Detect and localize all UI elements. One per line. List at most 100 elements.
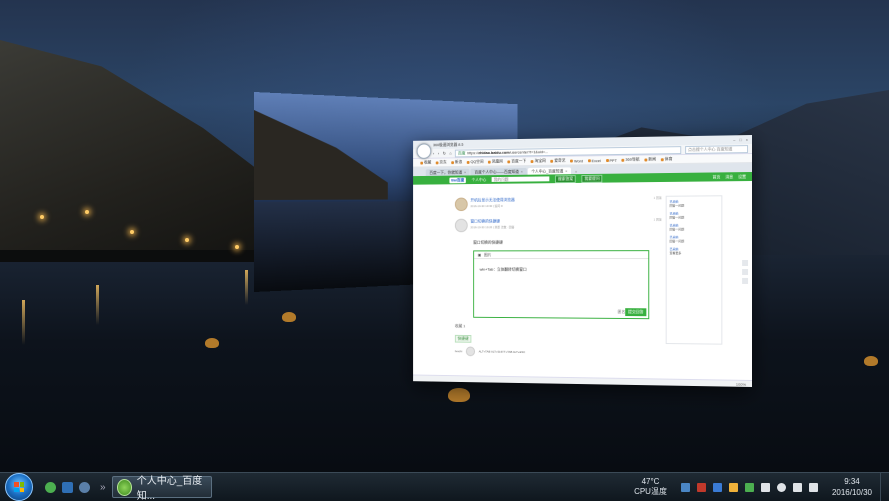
cpu-temperature[interactable]: 47°C CPU温度 <box>634 477 667 497</box>
bookmark-item[interactable]: 新闻 <box>644 156 656 162</box>
reply-user[interactable]: fenchi <box>455 349 462 353</box>
tab-label: 个人中心_百度知道 <box>531 167 564 174</box>
baidu-logo[interactable]: Bai百度 <box>449 176 467 183</box>
post-title[interactable]: 开机后显示无法使用浏览器 <box>470 197 514 203</box>
tab-label: 百度一下，你就知道 <box>429 169 463 175</box>
header-link-settings[interactable]: 设置 <box>738 174 746 180</box>
collect-count[interactable]: 收藏 1 <box>455 323 662 331</box>
browser-window[interactable]: 360极速浏览器 8.5 – □ × ‹ › ↻ ⌂ 百度 https:// z… <box>413 135 752 387</box>
device-icon[interactable] <box>760 482 770 492</box>
bookmark-label: 360导航 <box>625 156 640 162</box>
show-desktop-button[interactable] <box>880 473 889 501</box>
system-tray: 47°C CPU温度 9:34 2016/10/30 <box>634 473 889 501</box>
quick-launch-more-icon[interactable]: » <box>100 482 106 493</box>
bookmark-icon <box>530 159 534 163</box>
town-light <box>235 245 239 249</box>
bookmark-icon <box>644 157 648 161</box>
answer-text[interactable]: win+Tab：立体翻转切换窗口 <box>474 259 648 281</box>
bookmark-item[interactable]: QQ空间 <box>466 159 484 165</box>
bookmark-item[interactable]: 爱奇艺 <box>550 158 566 164</box>
bookmark-item[interactable]: 百度一下 <box>507 158 526 164</box>
browser-app-icon <box>116 478 132 496</box>
tab-baidu-home[interactable]: 百度一下，你就知道 × <box>425 168 470 176</box>
image-icon[interactable]: ▣ <box>478 252 481 257</box>
tab-close-icon[interactable]: × <box>565 168 567 173</box>
sidebar-item[interactable]: 已采纳 回答一问题 <box>670 211 719 220</box>
avatar[interactable] <box>454 218 468 233</box>
bookmark-label: 收藏 <box>423 159 432 165</box>
avatar[interactable] <box>454 197 468 212</box>
feedback-icon[interactable] <box>742 260 749 266</box>
tab-user-center-active[interactable]: 个人中心_百度知道 × <box>527 167 572 175</box>
tab-close-icon[interactable]: × <box>464 170 466 175</box>
bookmark-icon <box>587 158 591 162</box>
maximize-icon[interactable]: □ <box>739 137 741 142</box>
sidebar-item[interactable]: 已采纳 回答一问题 <box>670 223 719 231</box>
start-button[interactable] <box>5 473 33 501</box>
bookmark-item[interactable]: Excel <box>587 158 601 163</box>
section-title: 个人中心 <box>471 176 487 182</box>
header-link-home[interactable]: 首页 <box>713 174 721 180</box>
list-item[interactable]: 开机后显示无法使用浏览器 2016-10-30 10:30 | 追问 0 1 回… <box>454 196 662 212</box>
zoom-level[interactable]: 100% <box>736 381 746 386</box>
bookmark-item[interactable]: 凤凰网 <box>488 159 503 165</box>
network-icon[interactable] <box>680 482 690 492</box>
submit-answer-button[interactable]: 提交回答 <box>625 308 647 317</box>
sidebar-item[interactable]: 已采纳 回答一问题 <box>670 199 719 208</box>
search-answer-button[interactable]: 搜索答案 <box>555 174 576 183</box>
clock[interactable]: 9:34 2016/10/30 <box>832 476 872 498</box>
back-icon[interactable]: ‹ <box>433 151 434 156</box>
explorer-icon[interactable] <box>79 481 90 493</box>
avatar[interactable] <box>465 346 476 357</box>
header-link-messages[interactable]: 消息 <box>725 174 733 180</box>
flag-icon[interactable] <box>792 482 802 492</box>
tag-badge[interactable]: 快捷键 <box>454 334 472 343</box>
post-title[interactable]: 窗口切换的快捷键 <box>470 218 514 224</box>
bookmark-icon <box>621 158 625 162</box>
anonymous-checkbox[interactable]: 匿名 <box>618 309 626 315</box>
new-tab-icon[interactable]: + <box>572 169 577 174</box>
logo-quadrant <box>14 482 19 487</box>
update-icon[interactable] <box>728 482 738 492</box>
close-icon[interactable]: × <box>746 137 748 142</box>
taskbar-window-button[interactable]: 个人中心_百度知... <box>111 476 212 502</box>
cpu-temp-value: 47°C <box>641 477 660 486</box>
tab-close-icon[interactable]: × <box>521 169 523 174</box>
bookmark-item[interactable]: 淘宝网 <box>530 157 546 164</box>
home-icon[interactable]: ⌂ <box>449 151 451 156</box>
forward-icon[interactable]: › <box>438 151 439 156</box>
back-to-top-icon[interactable] <box>742 277 749 284</box>
sidebar-item[interactable]: 已采纳 查看更多 <box>670 247 719 255</box>
buoy <box>282 312 296 322</box>
address-host: zhidao.baidu.com <box>478 149 510 156</box>
bookmark-item[interactable]: PPT <box>605 157 617 162</box>
browser-search-input[interactable]: 点击搜个人中心 百度知道 <box>685 144 749 154</box>
browser-launch-icon[interactable] <box>45 481 56 493</box>
power-icon[interactable] <box>776 482 786 492</box>
tab-user-center[interactable]: 百度个人中心——百度知道 × <box>470 167 527 176</box>
security-icon[interactable] <box>696 482 706 492</box>
bookmark-item[interactable]: 360导航 <box>621 156 640 163</box>
windows-logo-icon <box>14 482 24 492</box>
bookmark-item[interactable]: 体育 <box>660 156 672 162</box>
show-desktop-icon[interactable] <box>62 481 73 493</box>
post-meta: 2016-10-30 10:26 | 浏览 次数 · 回答 <box>470 225 515 230</box>
sidebar-item[interactable]: 已采纳 回答一问题 <box>670 235 719 243</box>
bookmark-item[interactable]: 京东 <box>435 159 447 165</box>
volume-icon[interactable] <box>808 482 818 492</box>
bookmark-item[interactable]: Word <box>570 158 583 163</box>
zhidao-search-input[interactable]: 我的问题 <box>491 176 550 182</box>
post-answer-count: 1 回答 <box>653 217 662 222</box>
guard-icon[interactable] <box>744 482 754 492</box>
bookmark-label: 淘宝网 <box>534 157 546 163</box>
answer-editor[interactable]: ▣ 图片 win+Tab：立体翻转切换窗口 匿名 提交回答 <box>473 250 650 320</box>
list-item[interactable]: 窗口切换的快捷键 2016-10-30 10:26 | 浏览 次数 · 回答 1… <box>454 217 662 233</box>
bookmark-item[interactable]: 收藏 <box>420 160 431 166</box>
floating-tools <box>742 260 749 284</box>
shield-icon[interactable] <box>712 482 722 492</box>
bookmark-item[interactable]: 新浪 <box>451 159 462 165</box>
share-icon[interactable] <box>742 268 749 275</box>
refresh-icon[interactable]: ↻ <box>443 151 446 156</box>
ask-question-button[interactable]: 我要提问 <box>581 174 603 183</box>
minimize-icon[interactable]: – <box>733 137 735 142</box>
